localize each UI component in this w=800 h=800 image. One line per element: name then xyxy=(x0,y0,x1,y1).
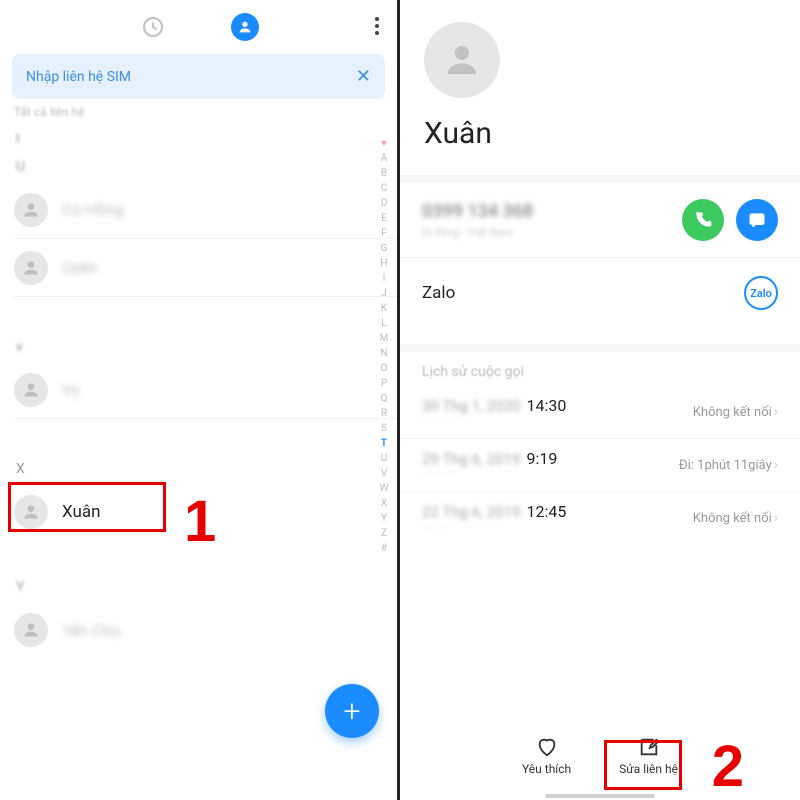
call-time: 12:45 xyxy=(526,502,566,521)
tutorial-highlight-2 xyxy=(604,740,682,790)
tutorial-highlight-1 xyxy=(8,482,166,532)
tab-recents[interactable] xyxy=(139,13,167,41)
call-status-text: Không kết nối xyxy=(693,405,772,420)
contact-name: Uyên xyxy=(62,258,97,277)
contact-name: Vy xyxy=(62,380,80,399)
alpha-index[interactable]: ♥ ABCDEFGHIJKLMNOPQRSTUVWXYZ# xyxy=(375,136,393,556)
contact-detail-name: Xuân xyxy=(424,116,800,151)
call-status-text: Đi: 1phút 11giây xyxy=(679,458,772,473)
filter-label: Tất cả liên hệ xyxy=(14,105,383,119)
call-sub: — — — xyxy=(422,523,566,534)
divider xyxy=(400,344,800,352)
zalo-row[interactable]: Zalo Zalo xyxy=(400,258,800,328)
heart-icon[interactable]: ♥ xyxy=(375,136,393,151)
avatar-placeholder xyxy=(14,193,48,227)
step-badge: 1 xyxy=(184,488,216,555)
call-date: 22 Thg 6, 2019 xyxy=(422,503,520,521)
call-status-text: Không kết nối xyxy=(693,511,772,526)
top-tabs xyxy=(0,0,397,46)
phone-type: Di động · Việt Nam xyxy=(422,226,533,239)
call-date: 30 Thg 1, 2020 xyxy=(422,397,520,415)
section-header: X xyxy=(16,461,397,477)
phone-icon xyxy=(693,210,713,230)
zalo-label: Zalo xyxy=(422,283,455,303)
call-time: 14:30 xyxy=(526,396,566,415)
tab-contacts[interactable] xyxy=(231,13,259,41)
call-date: 29 Thg 6, 2019 xyxy=(422,450,520,468)
chevron-right-icon: › xyxy=(774,510,778,526)
zalo-icon[interactable]: Zalo xyxy=(744,276,778,310)
call-sub: — — — xyxy=(422,470,557,481)
step-badge: 2 xyxy=(712,733,744,800)
contact-row[interactable]: Yến Chu xyxy=(14,601,397,659)
favorite-button[interactable]: Yêu thích xyxy=(522,736,571,776)
call-time: 9:19 xyxy=(526,449,557,468)
home-indicator xyxy=(545,794,655,798)
section-header: Y xyxy=(16,579,397,595)
favorite-label: Yêu thích xyxy=(522,762,571,776)
contact-name: Cò Hồng xyxy=(62,200,124,219)
person-icon xyxy=(237,19,253,35)
phone-number: 0399 134 368 xyxy=(422,201,533,222)
message-button[interactable] xyxy=(736,199,778,241)
section-header: U xyxy=(16,159,397,175)
avatar-placeholder xyxy=(14,251,48,285)
chevron-right-icon: › xyxy=(774,457,778,473)
call-sub: — — — xyxy=(422,417,566,428)
phone-recents-icon xyxy=(141,15,165,39)
contact-name: Yến Chu xyxy=(62,621,120,640)
contacts-list-screen: Nhập liên hệ SIM ✕ Tất cả liên hệ I U Cò… xyxy=(0,0,400,800)
section-header: v xyxy=(16,339,397,355)
close-icon[interactable]: ✕ xyxy=(356,66,371,87)
contact-row[interactable]: Cò Hồng xyxy=(14,181,397,239)
contact-row[interactable]: Vy xyxy=(14,361,397,419)
chevron-right-icon: › xyxy=(774,404,778,420)
contacts-list: I U Cò Hồng Uyên v Vy X Xuân Y Yến Chu xyxy=(0,131,397,659)
message-icon xyxy=(747,210,767,230)
avatar-placeholder xyxy=(14,373,48,407)
heart-outline-icon xyxy=(536,736,558,758)
call-history-label: Lịch sử cuộc gọi xyxy=(400,352,800,386)
overflow-menu[interactable] xyxy=(375,14,379,38)
contact-row[interactable]: Uyên xyxy=(14,239,397,297)
sim-import-banner[interactable]: Nhập liên hệ SIM ✕ xyxy=(12,54,385,99)
plus-icon: + xyxy=(344,694,361,729)
divider xyxy=(400,175,800,183)
person-icon xyxy=(441,39,483,81)
call-log-row[interactable]: 30 Thg 1, 2020 14:30 — — — Không kết nối… xyxy=(400,386,800,439)
contact-header: Xuân xyxy=(400,0,800,159)
add-contact-fab[interactable]: + xyxy=(325,684,379,738)
contact-avatar[interactable] xyxy=(424,22,500,98)
call-log-row[interactable]: 29 Thg 6, 2019 9:19 — — — Đi: 1phút 11gi… xyxy=(400,439,800,492)
call-button[interactable] xyxy=(682,199,724,241)
contact-detail-screen: Xuân 0399 134 368 Di động · Việt Nam Zal… xyxy=(400,0,800,800)
call-log-row[interactable]: 22 Thg 6, 2019 12:45 — — — Không kết nối… xyxy=(400,492,800,544)
avatar-placeholder xyxy=(14,613,48,647)
sim-banner-text: Nhập liên hệ SIM xyxy=(26,69,131,85)
section-header: I xyxy=(16,131,397,147)
phone-row[interactable]: 0399 134 368 Di động · Việt Nam xyxy=(400,183,800,258)
